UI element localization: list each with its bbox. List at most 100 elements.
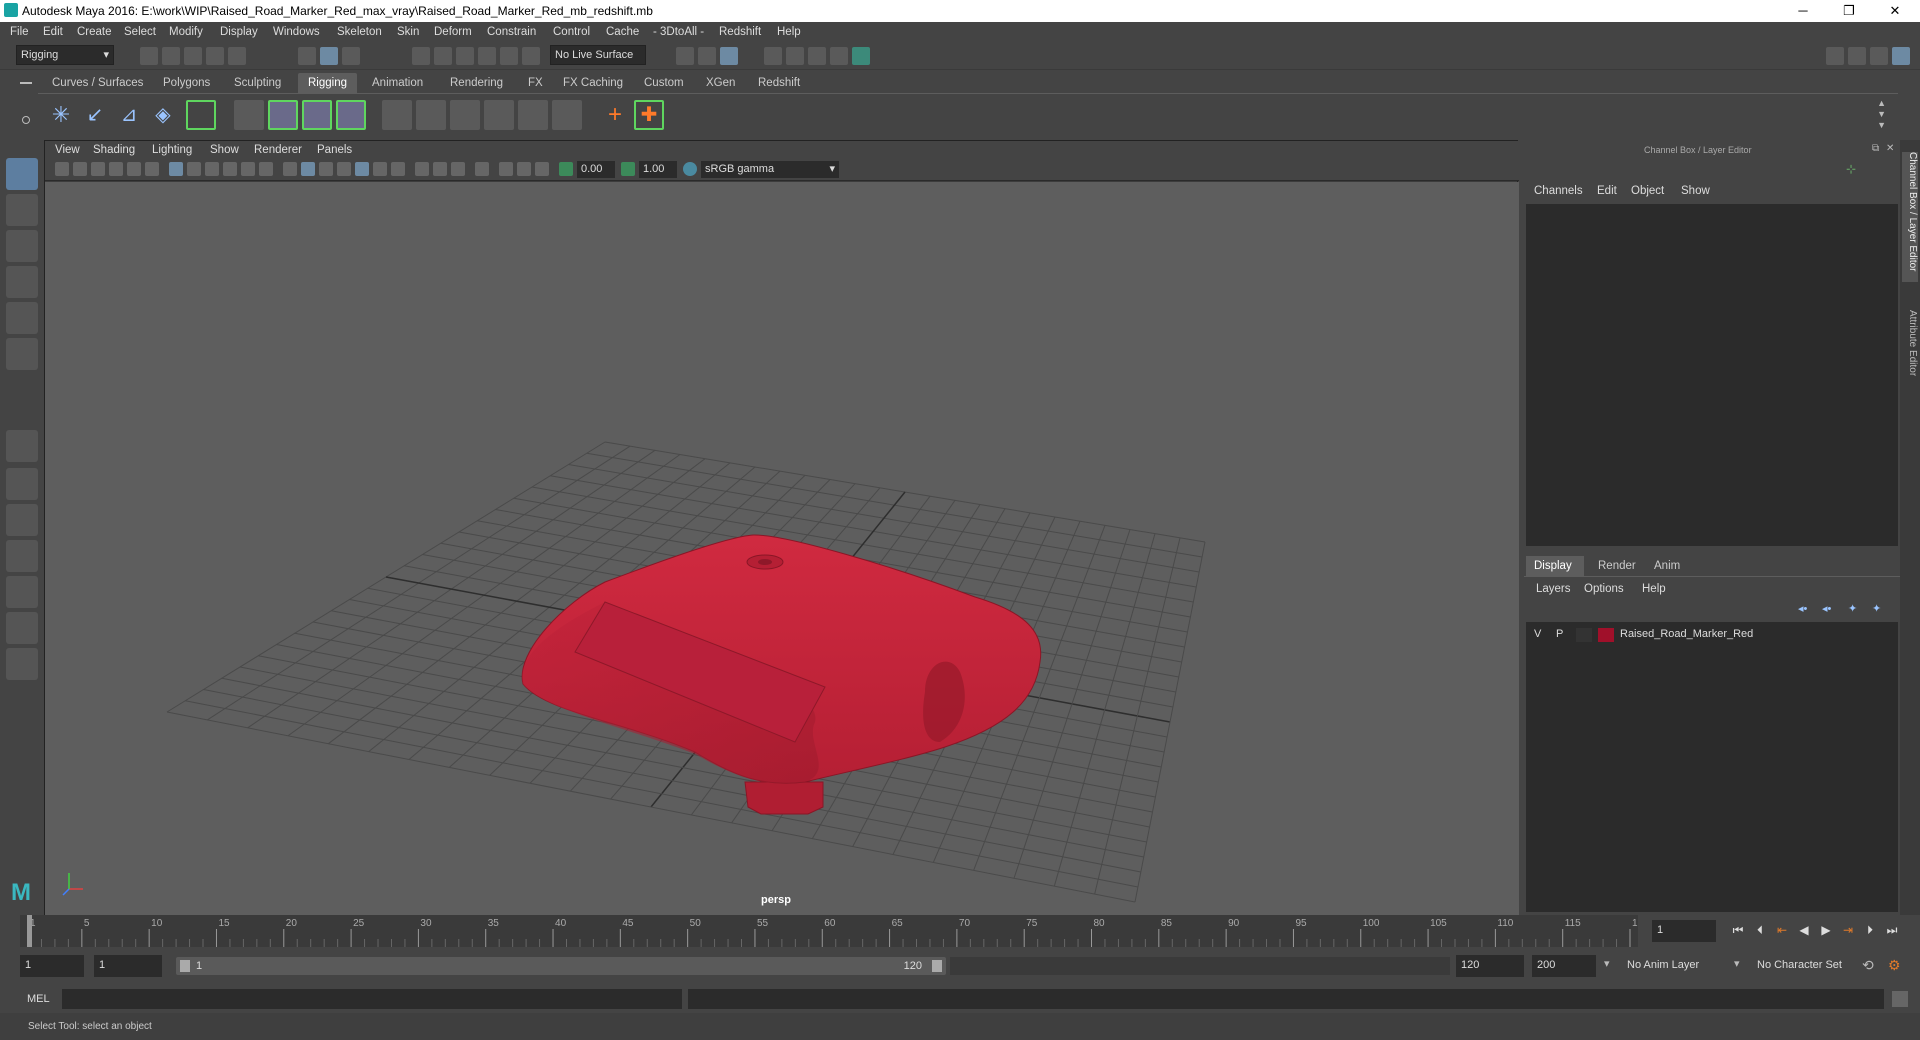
shelf-tab-sculpting[interactable]: Sculpting [224,73,292,93]
paint-select-tool-icon[interactable] [6,230,38,262]
wireframe-on-shaded-icon[interactable] [319,162,333,176]
move-layer-down-icon[interactable]: ◂• [1822,602,1831,615]
joint-tool-icon[interactable]: ✳ [46,100,76,130]
shelf-tab-xgen[interactable]: XGen [696,73,746,93]
menu-3dtoall[interactable]: - 3DtoAll - [653,26,704,38]
step-forward-key-icon[interactable]: ⇥ [1840,922,1856,938]
undo-icon[interactable] [206,47,224,65]
snap-point-icon[interactable] [456,47,474,65]
lattice-icon[interactable] [416,100,446,130]
snap-view-icon[interactable] [478,47,496,65]
animation-preferences-icon[interactable]: ⚙ [1888,957,1901,974]
interactive-skin-icon[interactable] [302,100,332,130]
exposure-icon[interactable] [559,162,573,176]
menu-create[interactable]: Create [77,26,112,38]
move-tool-icon[interactable] [6,266,38,298]
perspective-viewport[interactable]: persp [45,182,1519,915]
range-start-handle[interactable] [180,960,190,972]
rotate-tool-icon[interactable] [6,302,38,334]
panel-menu-lighting[interactable]: Lighting [152,144,192,156]
menu-cache[interactable]: Cache [606,26,639,38]
tool-settings-toggle-icon[interactable] [1870,47,1888,65]
safe-action-icon[interactable] [259,162,273,176]
shelf-tab-rigging[interactable]: Rigging [298,73,357,93]
select-tool-icon[interactable] [6,158,38,190]
layers-menu-options[interactable]: Options [1584,583,1624,595]
menu-constrain[interactable]: Constrain [487,26,536,38]
range-end-handle[interactable] [932,960,942,972]
shelf-tab-fx[interactable]: FX [518,73,553,93]
wire-deformer-icon[interactable] [484,100,514,130]
layer-name[interactable]: Raised_Road_Marker_Red [1620,628,1753,640]
snap-surface-icon[interactable] [500,47,518,65]
playback-end-field[interactable]: 120 [1456,955,1524,977]
camera-select-icon[interactable] [55,162,69,176]
outliner-layout-icon[interactable] [6,540,38,572]
minimize-button[interactable]: ─ [1783,2,1823,20]
current-frame-field[interactable]: 1 [1652,920,1716,942]
chevron-down-icon[interactable]: ▾ [1734,957,1740,970]
new-scene-icon[interactable] [140,47,158,65]
hypershade-icon[interactable] [786,47,804,65]
command-language-label[interactable]: MEL [27,993,50,1005]
shelf-tab-curves-surfaces[interactable]: Curves / Surfaces [42,73,154,93]
menuset-dropdown[interactable]: Rigging ▾ [16,45,114,65]
hypershade-layout-icon[interactable] [6,612,38,644]
side-tab-channel-box[interactable]: Channel Box / Layer Editor [1902,152,1918,282]
menu-deform[interactable]: Deform [434,26,472,38]
layers-menu-layers[interactable]: Layers [1536,583,1571,595]
xray-icon[interactable] [499,162,513,176]
anim-layer-dropdown[interactable]: No Anim Layer [1622,955,1736,977]
use-lights-icon[interactable] [355,162,369,176]
menu-edit[interactable]: Edit [43,26,63,38]
constraint-icon[interactable]: ✚ [634,100,664,130]
redo-icon[interactable] [228,47,246,65]
shelf-tab-polygons[interactable]: Polygons [153,73,221,93]
four-view-layout-icon[interactable] [6,468,38,500]
layer-playback-toggle[interactable]: P [1556,628,1563,640]
close-panel-icon[interactable]: ✕ [1886,143,1894,154]
menu-modify[interactable]: Modify [169,26,203,38]
step-back-key-icon[interactable]: ⇤ [1774,922,1790,938]
close-button[interactable]: ✕ [1875,2,1915,20]
grease-pencil-icon[interactable] [145,162,159,176]
menu-help[interactable]: Help [777,26,801,38]
shelf-tab-custom[interactable]: Custom [634,73,694,93]
smooth-shade-icon[interactable] [301,162,315,176]
shelf-tab-fx-caching[interactable]: FX Caching [553,73,634,93]
menu-windows[interactable]: Windows [273,26,320,38]
animation-start-field[interactable]: 1 [20,955,84,977]
panel-menu-renderer[interactable]: Renderer [254,144,302,156]
redshift-render-icon[interactable] [830,47,848,65]
new-layer-selected-icon[interactable]: ✦ [1872,602,1881,615]
sculpt-deformer-icon[interactable] [552,100,582,130]
layer-type-toggle[interactable] [1576,628,1592,642]
ik-spline-icon[interactable]: ⊿ [114,100,144,130]
ipr-render-icon[interactable] [720,47,738,65]
auto-key-icon[interactable]: ⟲ [1862,957,1874,974]
step-forward-icon[interactable]: ⏵ [1862,922,1878,938]
scale-tool-icon[interactable] [6,338,38,370]
graph-layout-icon[interactable] [6,576,38,608]
chevron-down-icon[interactable]: ▾ [1604,957,1610,970]
live-surface-field[interactable]: No Live Surface [550,45,646,65]
insert-joint-icon[interactable]: ◈ [148,100,178,130]
side-tab-attribute-editor[interactable]: Attribute Editor [1902,310,1918,410]
layout-options-icon[interactable] [6,648,38,680]
shelf-menu-icon[interactable] [20,82,32,84]
time-slider[interactable]: 1 5 10 15 20 25 30 35 40 45 50 55 60 65 70 75 80 85 90 95 10… [0,915,1920,947]
restore-button[interactable]: ❐ [1829,2,1869,20]
menu-redshift[interactable]: Redshift [719,26,761,38]
script-editor-icon[interactable] [1892,991,1908,1007]
blend-shape-icon[interactable] [382,100,412,130]
field-chart-icon[interactable] [241,162,255,176]
snap-curve-icon[interactable] [434,47,452,65]
command-input[interactable] [62,989,682,1009]
range-bar[interactable]: 1 120 [176,957,946,975]
play-backward-icon[interactable]: ◀ [1796,922,1812,938]
attribute-editor-toggle-icon[interactable] [1848,47,1866,65]
shelf-options-icon[interactable] [22,116,30,124]
menu-display[interactable]: Display [220,26,258,38]
select-component-icon[interactable] [342,47,360,65]
gamma-field[interactable]: 1.00 [639,161,677,178]
